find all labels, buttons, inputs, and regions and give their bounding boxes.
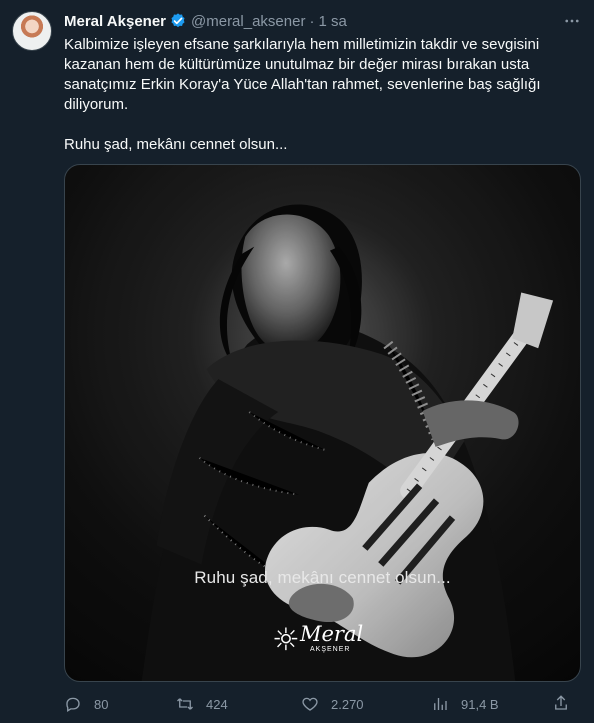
tweet-header: Meral Akşener @meral_aksener · 1 sa — [64, 11, 582, 31]
author-handle[interactable]: @meral_aksener — [191, 13, 305, 30]
signature-surname: AKŞENER — [310, 646, 351, 653]
like-count: 2.270 — [331, 696, 364, 712]
tweet-paragraph-2: Ruhu şad, mekânı cennet olsun... — [64, 136, 288, 153]
tweet-paragraph-1: Kalbimize işleyen efsane şarkılarıyla he… — [64, 36, 541, 113]
signature-logo: ☼ Meral AKŞENER — [272, 622, 364, 658]
author-name[interactable]: Meral Akşener — [64, 13, 166, 30]
verified-icon — [171, 13, 185, 28]
tweet-image[interactable]: Ruhu şad, mekânı cennet olsun... ☼ Meral… — [64, 164, 581, 682]
tweet-actions: 80 424 2.270 91,4 B — [64, 694, 582, 714]
reply-icon — [66, 697, 80, 712]
tweet-text: Kalbimize işleyen efsane şarkılarıyla he… — [64, 35, 580, 155]
views-icon — [434, 698, 447, 710]
image-caption: Ruhu şad, mekânı cennet olsun... — [194, 568, 451, 587]
retweet-count: 424 — [206, 696, 228, 712]
views-button[interactable]: 91,4 B — [431, 695, 570, 713]
retweet-icon — [177, 698, 193, 710]
share-icon — [555, 695, 567, 710]
view-count: 91,4 B — [461, 696, 499, 712]
tweet-card: Meral Akşener @meral_aksener · 1 sa Kalb… — [0, 0, 594, 723]
musician-with-guitar-illustration — [65, 165, 580, 681]
time-separator: · — [309, 12, 315, 30]
signature-name: Meral — [300, 622, 364, 646]
reply-count: 80 — [94, 696, 109, 712]
like-icon — [302, 697, 318, 711]
share-button[interactable] — [552, 694, 570, 712]
author-avatar[interactable] — [12, 11, 52, 51]
more-icon[interactable] — [562, 11, 582, 31]
retweet-button[interactable]: 424 — [176, 695, 301, 713]
like-button[interactable]: 2.270 — [301, 695, 431, 713]
reply-button[interactable]: 80 — [64, 695, 176, 713]
tweet-timestamp[interactable]: 1 sa — [318, 13, 346, 30]
